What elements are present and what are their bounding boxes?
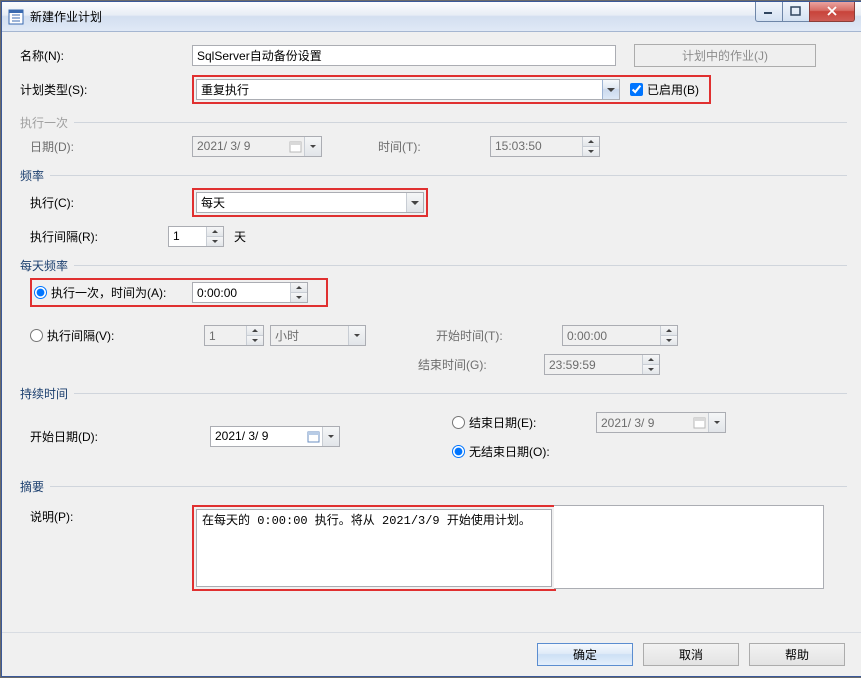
no-end-date-radio[interactable]: 无结束日期(O):: [452, 443, 726, 460]
summary-section: 摘要: [20, 478, 847, 495]
schedule-type-combo[interactable]: 重复执行: [196, 79, 620, 100]
once-section: 执行一次: [20, 114, 847, 131]
daily-every-unit: 小时: [270, 325, 366, 346]
chevron-down-icon[interactable]: [206, 237, 223, 246]
chevron-down-icon: [304, 137, 321, 156]
schedule-dialog: 新建作业计划 名称(N): 计划中的作业(J) 计划类型(S): 重复执行: [1, 1, 861, 677]
app-icon: [8, 9, 24, 25]
once-date-input: 2021/ 3/ 9: [192, 136, 322, 157]
occurs-combo[interactable]: 每天: [196, 192, 424, 213]
calendar-icon: [287, 137, 304, 156]
titlebar[interactable]: 新建作业计划: [2, 2, 861, 32]
chevron-up-icon[interactable]: [290, 283, 307, 293]
maximize-button[interactable]: [782, 2, 810, 22]
daily-every-value: 1: [204, 325, 264, 346]
chevron-down-icon: [660, 336, 677, 345]
schedule-type-highlight: 重复执行 已启用(B): [192, 75, 711, 104]
start-date-input[interactable]: 2021/ 3/ 9: [210, 426, 340, 447]
once-date-label: 日期(D):: [30, 138, 192, 155]
chevron-down-icon: [708, 413, 725, 432]
chevron-down-icon[interactable]: [290, 293, 307, 302]
help-button[interactable]: 帮助: [749, 643, 845, 666]
daily-end-label: 结束时间(G):: [418, 356, 526, 373]
chevron-down-icon[interactable]: [406, 193, 423, 212]
dialog-footer: 确定 取消 帮助: [2, 632, 861, 676]
chevron-up-icon: [642, 355, 659, 365]
minimize-button[interactable]: [755, 2, 783, 22]
schedule-type-label: 计划类型(S):: [20, 81, 192, 98]
recurs-spin[interactable]: 1: [168, 226, 224, 247]
calendar-icon: [305, 427, 322, 446]
ok-button[interactable]: 确定: [537, 643, 633, 666]
chevron-down-icon[interactable]: [322, 427, 339, 446]
frequency-section: 频率: [20, 167, 847, 184]
daily-start-label: 开始时间(T):: [436, 327, 544, 344]
end-date-input: 2021/ 3/ 9: [596, 412, 726, 433]
description-text: [196, 509, 552, 587]
duration-section: 持续时间: [20, 385, 847, 402]
description-label: 说明(P):: [30, 505, 192, 525]
chevron-down-icon: [348, 326, 365, 345]
chevron-up-icon: [660, 326, 677, 336]
calendar-icon: [691, 413, 708, 432]
description-highlight: [192, 505, 556, 591]
description-text-ext: [554, 505, 824, 589]
jobs-in-schedule-button[interactable]: 计划中的作业(J): [634, 44, 816, 67]
end-date-radio[interactable]: 结束日期(E):: [452, 414, 578, 431]
chevron-up-icon[interactable]: [206, 227, 223, 237]
chevron-up-icon: [582, 137, 599, 147]
chevron-down-icon: [582, 147, 599, 156]
chevron-up-icon: [246, 326, 263, 336]
daily-end-time: 23:59:59: [544, 354, 660, 375]
cancel-button[interactable]: 取消: [643, 643, 739, 666]
once-time-input: 15:03:50: [490, 136, 600, 157]
close-button[interactable]: [809, 2, 855, 22]
recurs-unit: 天: [234, 228, 246, 245]
window-title: 新建作业计划: [30, 8, 756, 25]
recurs-label: 执行间隔(R):: [30, 228, 168, 245]
daily-section: 每天频率: [20, 257, 847, 274]
name-label: 名称(N):: [20, 47, 192, 64]
occurs-highlight: 每天: [192, 188, 428, 217]
daily-once-highlight: 执行一次，时间为(A): 0:00:00: [30, 278, 328, 307]
enabled-checkbox[interactable]: 已启用(B): [630, 81, 699, 98]
chevron-down-icon[interactable]: [602, 80, 619, 99]
name-input[interactable]: [192, 45, 616, 66]
chevron-down-icon: [642, 365, 659, 374]
once-time-label: 时间(T):: [378, 138, 490, 155]
start-date-label: 开始日期(D):: [30, 428, 192, 445]
dialog-content: 名称(N): 计划中的作业(J) 计划类型(S): 重复执行 已启用(B): [2, 32, 861, 676]
chevron-down-icon: [246, 336, 263, 345]
occurs-label: 执行(C):: [30, 194, 192, 211]
daily-once-time[interactable]: 0:00:00: [192, 282, 308, 303]
daily-every-radio[interactable]: 执行间隔(V):: [30, 327, 186, 344]
daily-once-radio[interactable]: 执行一次，时间为(A):: [34, 284, 192, 301]
daily-start-time: 0:00:00: [562, 325, 678, 346]
